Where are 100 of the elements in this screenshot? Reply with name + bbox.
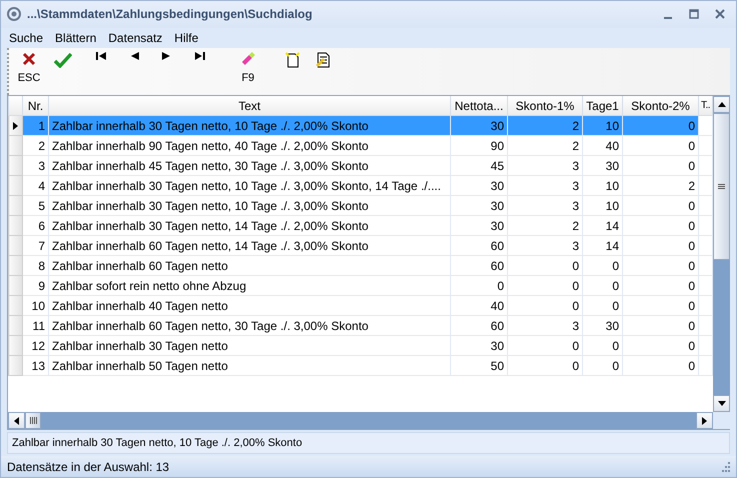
menu-item[interactable]: Datensatz [108, 30, 162, 45]
table-cell: 0 [622, 296, 698, 316]
memo-text: Zahlbar innerhalb 30 Tagen netto, 10 Tage ./. 2,00% Skonto [7, 432, 730, 454]
table-cell: 0 [622, 276, 698, 296]
table-cell: 3 [508, 156, 582, 176]
corner-header [8, 96, 22, 116]
table-cell: 0 [582, 296, 622, 316]
table-cell: 0 [622, 236, 698, 256]
table-cell: 3 [508, 176, 582, 196]
scrollbar-corner [713, 412, 730, 430]
scroll-left-button[interactable] [8, 412, 25, 430]
table-cell: Zahlbar innerhalb 30 Tagen netto, 10 Tage ./. 3,00% Skonto, 14 Tage ./.... [48, 176, 450, 196]
column-header[interactable]: Skonto-1% [508, 96, 582, 116]
table-cell: 2 [508, 216, 582, 236]
edit-document-icon [315, 52, 331, 68]
table-cell: 10 [582, 176, 622, 196]
table-cell: Zahlbar innerhalb 60 Tagen netto, 30 Tage ./. 3,00% Skonto [48, 316, 450, 336]
table-cell: Zahlbar innerhalb 90 Tagen netto, 40 Tage ./. 2,00% Skonto [48, 136, 450, 156]
table-cell: 2 [508, 116, 582, 136]
table-cell: 30 [582, 156, 622, 176]
table-cell: 9 [22, 276, 48, 296]
new-document-icon [285, 52, 301, 68]
table-cell: Zahlbar innerhalb 50 Tagen netto [48, 356, 450, 376]
maximize-icon [689, 9, 699, 20]
table-cell: 0 [582, 336, 622, 356]
column-header[interactable]: Text [48, 96, 450, 116]
last-icon [194, 52, 204, 60]
table-cell: 30 [450, 336, 508, 356]
table-cell: 0 [582, 256, 622, 276]
table-cell: 0 [622, 196, 698, 216]
horizontal-scroll-thumb[interactable] [25, 412, 41, 430]
table-cell: 0 [622, 136, 698, 156]
scroll-down-button[interactable] [713, 395, 730, 412]
menu-item[interactable]: Blättern [55, 30, 96, 45]
row-indicator[interactable] [8, 116, 22, 136]
column-header[interactable]: Tage1 [582, 96, 622, 116]
scroll-up-button[interactable] [713, 96, 730, 114]
column-header[interactable]: Skonto-2% [622, 96, 698, 116]
table-cell: 2 [622, 176, 698, 196]
table-cell: 60 [450, 316, 508, 336]
close-icon [715, 9, 725, 20]
grip-icon [30, 417, 36, 424]
table-cell: 7 [22, 236, 48, 256]
column-header[interactable]: Nettota... [450, 96, 508, 116]
right-arrow-icon [702, 416, 707, 425]
column-header[interactable]: Nr. [22, 96, 48, 116]
table-cell: 3 [22, 156, 48, 176]
up-arrow-icon [718, 102, 726, 108]
eraser-button[interactable]: F9 [218, 48, 278, 92]
table-cell: 2 [22, 136, 48, 156]
table-cell: 11 [22, 316, 48, 336]
table-cell: 40 [450, 296, 508, 316]
table-cell: 30 [582, 316, 622, 336]
previous-icon [130, 52, 138, 60]
table-cell: 0 [622, 356, 698, 376]
table-cell: 50 [450, 356, 508, 376]
table-cell: 0 [450, 276, 508, 296]
table-cell: 3 [508, 196, 582, 216]
menu-item[interactable]: Suche [9, 30, 44, 45]
table-cell: 10 [22, 296, 48, 316]
table-cell: 3 [508, 316, 582, 336]
table-cell: 90 [450, 136, 508, 156]
table-cell: 0 [582, 356, 622, 376]
table-cell: Zahlbar sofort rein netto ohne Abzug [48, 276, 450, 296]
table-cell: 1 [22, 116, 48, 136]
table-cell: 0 [508, 296, 582, 316]
table-cell: 0 [622, 316, 698, 336]
window-title: ...\Stammdaten\Zahlungsbedingungen\Suchdialog [27, 7, 314, 22]
status-text: Datensätze in der Auswahl: 13 [7, 460, 170, 474]
table-cell: 0 [622, 336, 698, 356]
table-cell: 0 [508, 356, 582, 376]
table-cell: 14 [582, 216, 622, 236]
table-cell: Zahlbar innerhalb 30 Tagen netto, 14 Tage ./. 2,00% Skonto [48, 216, 450, 236]
table-cell: 40 [582, 136, 622, 156]
left-arrow-icon [14, 416, 19, 425]
current-row-icon [13, 122, 18, 130]
scroll-thumb[interactable] [713, 113, 730, 260]
menu-item[interactable]: Hilfe [174, 30, 198, 45]
table-cell: 10 [582, 116, 622, 136]
table-cell: 2 [508, 136, 582, 156]
table-cell: 0 [508, 336, 582, 356]
column-header[interactable]: T.. [698, 96, 712, 116]
scroll-right-button[interactable] [696, 412, 713, 430]
table-cell: 0 [508, 256, 582, 276]
table-cell: 0 [508, 276, 582, 296]
first-icon [96, 52, 106, 60]
table-cell: 60 [450, 256, 508, 276]
table-cell: 4 [22, 176, 48, 196]
down-arrow-icon [718, 401, 726, 406]
app-icon [7, 7, 21, 22]
table-cell: 0 [622, 156, 698, 176]
checkmark-icon [54, 52, 72, 68]
table-cell: 12 [22, 336, 48, 356]
table-cell: Zahlbar innerhalb 60 Tagen netto, 14 Tage ./. 3,00% Skonto [48, 236, 450, 256]
table-cell: 30 [450, 216, 508, 236]
resize-grip-icon[interactable] [720, 462, 730, 472]
table-cell: 8 [22, 256, 48, 276]
next-icon [162, 52, 170, 60]
cancel-button[interactable]: ESC [15, 48, 43, 92]
table-cell: Zahlbar innerhalb 40 Tagen netto [48, 296, 450, 316]
